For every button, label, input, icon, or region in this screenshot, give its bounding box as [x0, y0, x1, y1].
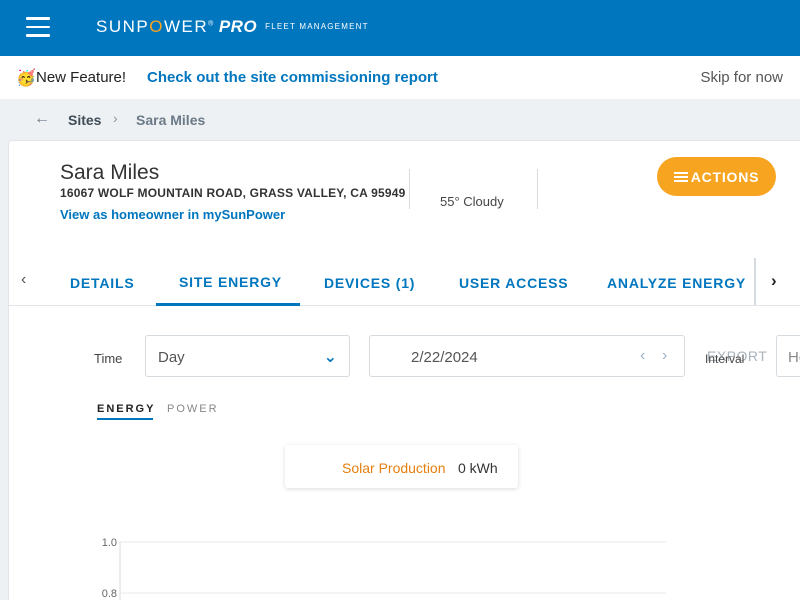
chevron-right-icon: ›	[113, 110, 118, 126]
new-feature-label: New Feature!	[36, 69, 127, 86]
site-owner-name: Sara Miles	[60, 161, 160, 184]
menu-icon[interactable]	[26, 17, 50, 37]
chevron-down-icon: ⌄	[323, 349, 337, 366]
active-subtab-indicator	[97, 418, 153, 420]
previous-date-icon[interactable]: ‹	[640, 347, 645, 365]
tab-scroll-right-icon[interactable]: ›	[771, 271, 777, 291]
top-app-bar: SUNPOWER® PRO FLEET MANAGEMENT	[0, 0, 800, 56]
divider	[537, 169, 538, 209]
time-range-select[interactable]: Day ⌄	[145, 335, 350, 377]
tab-site-energy[interactable]: SITE ENERGY	[179, 274, 282, 290]
divider	[409, 169, 410, 209]
commissioning-report-link[interactable]: Check out the site commissioning report	[147, 69, 438, 86]
actions-button-label: ACTIONS	[690, 168, 760, 185]
chart-y-tick-label: 0.8	[102, 588, 117, 600]
time-label: Time	[94, 351, 123, 366]
solar-production-value: 0 kWh	[458, 460, 498, 476]
tab-analyze-energy[interactable]: ANALYZE ENERGY	[607, 275, 746, 291]
view-as-homeowner-link[interactable]: View as homeowner in mySunPower	[60, 207, 285, 222]
tab-devices[interactable]: DEVICES (1)	[324, 275, 415, 291]
breadcrumb: ← Sites › Sara Miles	[0, 100, 800, 138]
back-arrow-icon[interactable]: ←	[34, 110, 50, 128]
solar-production-label: Solar Production	[342, 460, 446, 476]
tab-user-access[interactable]: USER ACCESS	[459, 275, 568, 291]
sunpower-pro-logo[interactable]: SUNPOWER® PRO FLEET MANAGEMENT	[96, 17, 369, 37]
subtab-power[interactable]: POWER	[167, 403, 219, 415]
next-date-icon[interactable]: ›	[662, 347, 667, 365]
energy-chart: 1.0 0.8	[102, 537, 666, 600]
chart-y-tick-label: 1.0	[102, 537, 117, 549]
interval-value: Ho	[788, 349, 800, 366]
date-value: 2/22/2024	[411, 349, 478, 366]
party-emoji-icon: 🥳	[16, 70, 36, 87]
time-range-value: Day	[158, 349, 185, 366]
tab-scroll-right[interactable]: ›	[754, 258, 800, 305]
skip-for-now-button[interactable]: Skip for now	[700, 69, 783, 86]
breadcrumb-current: Sara Miles	[136, 112, 206, 128]
interval-label: Interval	[705, 352, 745, 366]
weather-info: 55° Cloudy	[440, 194, 504, 209]
subtab-energy[interactable]: ENERGY	[97, 403, 155, 415]
new-feature-banner: 🥳 New Feature! Check out the site commis…	[0, 56, 800, 99]
site-card: Sara Miles 16067 WOLF MOUNTAIN ROAD, GRA…	[8, 140, 800, 600]
tab-scroll-left-icon[interactable]: ‹	[21, 271, 26, 289]
site-tabs: ‹ DETAILS SITE ENERGY DEVICES (1) USER A…	[9, 258, 800, 306]
breadcrumb-sites-link[interactable]: Sites	[68, 112, 101, 128]
list-icon	[673, 170, 688, 184]
interval-select[interactable]: Ho	[776, 335, 800, 377]
active-tab-indicator	[156, 303, 300, 306]
tab-details[interactable]: DETAILS	[70, 275, 134, 291]
date-picker[interactable]: 2/22/2024 ‹ ›	[369, 335, 685, 377]
site-address: 16067 WOLF MOUNTAIN ROAD, GRASS VALLEY, …	[60, 186, 406, 200]
actions-button[interactable]: ACTIONS	[657, 157, 776, 196]
solar-production-summary: Solar Production 0 kWh	[285, 445, 518, 488]
